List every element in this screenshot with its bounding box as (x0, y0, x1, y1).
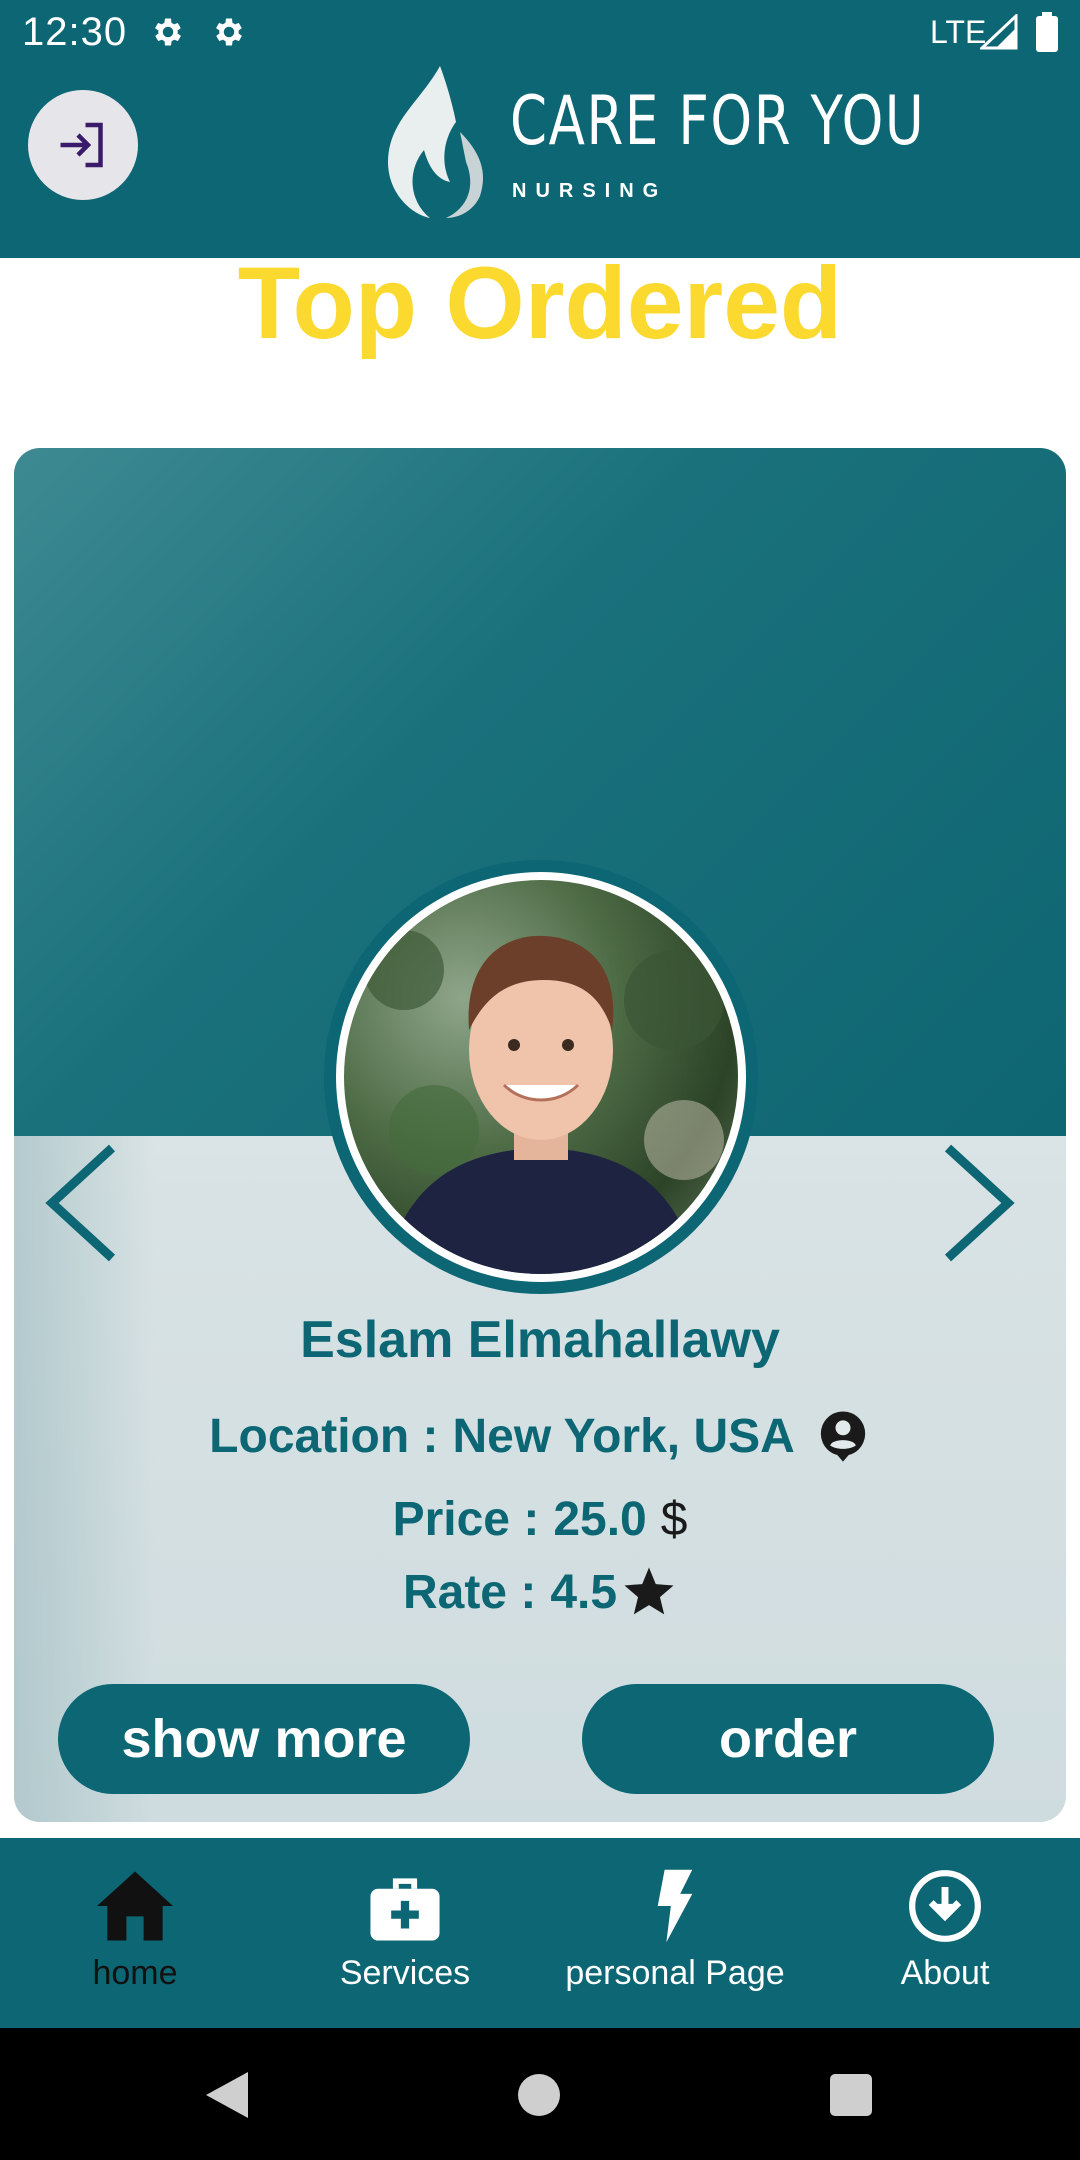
signal-icon (980, 14, 1018, 50)
status-time: 12:30 (22, 10, 128, 54)
brand-subtitle: NURSING (512, 180, 668, 202)
login-button[interactable] (28, 90, 138, 200)
nurse-card: Eslam Elmahallawy Location : New York, U… (14, 448, 1066, 1822)
back-icon[interactable] (204, 2070, 250, 2120)
settings-gear-icon (216, 18, 242, 46)
avatar (324, 860, 758, 1294)
price-row: Price : 25.0 $ (14, 1492, 1066, 1547)
nav-about-label: About (900, 1954, 990, 1992)
show-more-button[interactable]: show more (58, 1684, 470, 1794)
price-label: Price : (392, 1493, 540, 1546)
previous-arrow-icon[interactable] (32, 1138, 122, 1268)
person-pin-icon (820, 1411, 865, 1462)
location-value: New York, USA (452, 1409, 795, 1463)
flame-logo-icon (388, 66, 484, 218)
nav-personal-page[interactable]: personal Page (540, 1838, 810, 2028)
home-icon (97, 1871, 173, 1941)
recent-apps-icon[interactable] (830, 2074, 872, 2116)
brand-title: CARE FOR YOU (510, 82, 926, 161)
person-photo-icon (364, 930, 724, 1274)
page-title: Top Ordered (237, 246, 843, 360)
currency-symbol: $ (660, 1493, 688, 1546)
nav-services[interactable]: Services (270, 1838, 540, 2028)
nav-services-label: Services (339, 1954, 471, 1992)
order-button[interactable]: order (582, 1684, 994, 1794)
home-button-icon[interactable] (518, 2074, 560, 2116)
rate-label: Rate : (402, 1565, 537, 1619)
rate-row: Rate : 4.5 (14, 1564, 1066, 1620)
nav-about[interactable]: About (810, 1838, 1080, 2028)
bottom-navigation: home Services personal Page About (0, 1838, 1080, 2028)
settings-gear-icon (155, 18, 181, 46)
app-header: 12:30 LTE CARE FOR YOU NURSING (0, 0, 1080, 258)
location-row: Location : New York, USA (14, 1408, 1066, 1464)
rate-value: 4.5 (550, 1565, 618, 1619)
price-value: 25.0 (553, 1493, 647, 1546)
star-icon (624, 1567, 674, 1615)
nav-personal-label: personal Page (565, 1954, 785, 1992)
medical-bag-icon (370, 1878, 440, 1941)
download-circle-icon (909, 1870, 981, 1942)
battery-icon (1036, 12, 1058, 52)
login-icon (60, 122, 103, 168)
nav-home[interactable]: home (0, 1838, 270, 2028)
location-label: Location : (209, 1409, 439, 1463)
lightning-icon (657, 1869, 693, 1943)
nurse-name: Eslam Elmahallawy (300, 1311, 780, 1369)
nav-home-label: home (92, 1954, 178, 1992)
brand-logo: CARE FOR YOU NURSING (380, 62, 924, 232)
network-type: LTE (930, 14, 987, 50)
nurse-photo (344, 880, 738, 1274)
system-navigation-bar (0, 2028, 1080, 2160)
next-arrow-icon[interactable] (938, 1138, 1028, 1268)
status-bar: 12:30 LTE (0, 0, 1080, 66)
